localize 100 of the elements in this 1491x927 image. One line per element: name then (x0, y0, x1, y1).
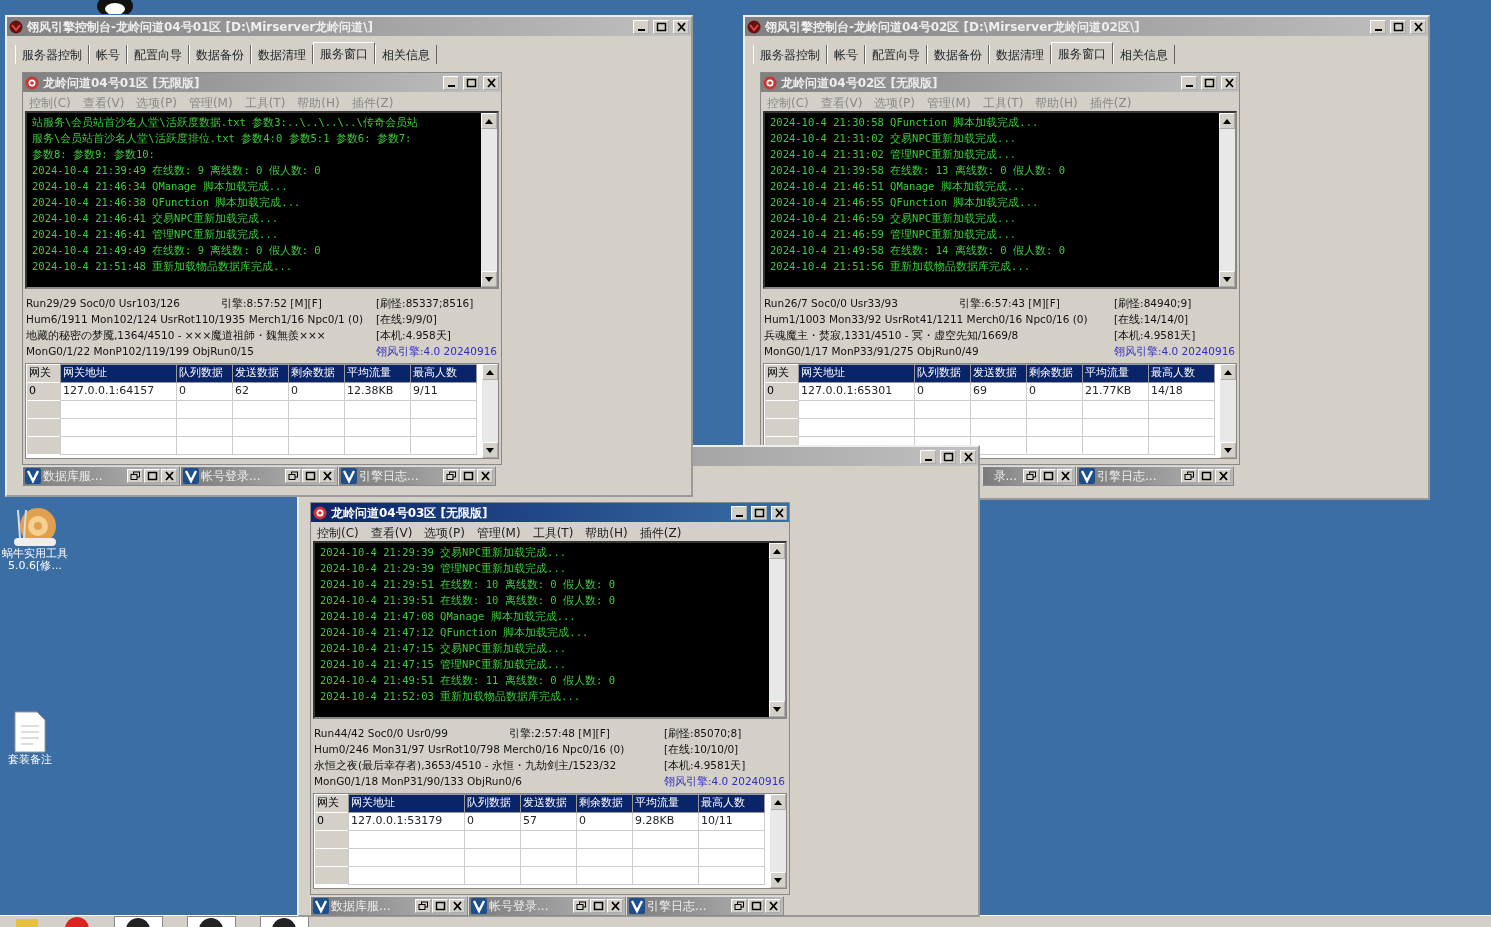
maximize-button[interactable] (751, 505, 767, 520)
tab[interactable]: 服务器控制 (753, 45, 827, 64)
tab[interactable]: 服务窗口 (313, 42, 375, 64)
tab[interactable]: 配置向导 (865, 45, 927, 64)
tab[interactable]: 相关信息 (1113, 45, 1175, 64)
scrollbar[interactable] (1220, 364, 1236, 458)
restore-button[interactable] (731, 899, 747, 913)
minimized-window[interactable]: 引擎日志... (626, 896, 784, 916)
tab[interactable]: 帐号 (89, 45, 127, 64)
maximize-button[interactable] (463, 75, 479, 90)
close-button[interactable] (477, 469, 493, 483)
tab[interactable]: 服务器控制 (15, 45, 89, 64)
close-button[interactable] (161, 469, 177, 483)
icon-label[interactable]: 套装备注 (8, 754, 52, 766)
close-button[interactable] (607, 899, 623, 913)
close-icon (773, 507, 785, 518)
minimize-button[interactable] (731, 505, 747, 520)
minimize-button[interactable] (1181, 75, 1197, 90)
restore-button[interactable] (415, 899, 431, 913)
table-cell: 9.28KB (632, 812, 699, 831)
close-button[interactable] (765, 899, 781, 913)
minimize-button[interactable] (443, 75, 459, 90)
restore-button[interactable] (443, 469, 459, 483)
minimized-window[interactable]: 帐号登录... (180, 466, 338, 486)
log-line: 2024-10-4 21:51:48 重新加载物品数据库完成... (32, 259, 294, 274)
close-button[interactable] (319, 469, 335, 483)
close-button[interactable] (1221, 75, 1237, 90)
restore-button[interactable] (127, 469, 143, 483)
menu-item[interactable]: 查看(V) (370, 524, 413, 539)
maximize-button[interactable] (302, 469, 318, 483)
close-icon (1217, 471, 1229, 481)
tab[interactable]: 数据备份 (189, 45, 251, 64)
maximize-button[interactable] (590, 899, 606, 913)
menu-item[interactable]: 工具(T) (532, 524, 574, 539)
maximize-button[interactable] (940, 449, 956, 464)
menu-item[interactable]: 管理(M) (476, 524, 521, 539)
maximize-button[interactable] (1390, 19, 1406, 34)
minimized-window[interactable]: 录... (982, 466, 1076, 486)
app-icon (313, 505, 327, 520)
log-line: 2024-10-4 21:39:49 在线数: 9 离线数: 0 假人数: 0 (32, 163, 322, 178)
menu-item[interactable]: 控制(C) (317, 524, 359, 539)
restore-icon (287, 471, 299, 481)
table-cell: 10/11 (698, 812, 765, 831)
minimize-button[interactable] (920, 449, 936, 464)
close-button[interactable] (1215, 469, 1231, 483)
tab[interactable]: 帐号 (827, 45, 865, 64)
maximize-button[interactable] (653, 19, 669, 34)
table-cell: 12.38KB (344, 382, 411, 401)
tab[interactable]: 服务窗口 (1051, 42, 1113, 64)
column-header: 网关 (314, 794, 349, 813)
restore-button[interactable] (1181, 469, 1197, 483)
minimized-window[interactable]: 引擎日志... (1076, 466, 1234, 486)
minimized-window[interactable]: 数据库服... (310, 896, 468, 916)
tab[interactable]: 配置向导 (127, 45, 189, 64)
scrollbar[interactable] (770, 794, 786, 888)
icon-label[interactable]: 蜗牛实用工具 (2, 548, 68, 560)
status-text: [刷怪:84940;9] (1113, 296, 1193, 311)
maximize-button[interactable] (432, 899, 448, 913)
minimized-window[interactable]: 引擎日志... (338, 466, 496, 486)
menu-item[interactable]: 插件(Z) (639, 524, 682, 539)
status-text: Hum1/1003 Mon33/92 UsrRot41/1211 Merch0/16 Npc0/16 (0) (764, 312, 1089, 327)
close-button[interactable] (673, 19, 689, 34)
close-button[interactable] (483, 75, 499, 90)
log-line: 2024-10-4 21:47:15 管理NPC重新加载完成... (320, 657, 568, 672)
down-arrow-icon (774, 877, 782, 883)
tab[interactable]: 数据备份 (927, 45, 989, 64)
scrollbar[interactable] (1219, 113, 1235, 287)
close-button[interactable] (1410, 19, 1426, 34)
restore-button[interactable] (1023, 469, 1039, 483)
tab[interactable]: 数据清理 (251, 45, 313, 64)
maximize-button[interactable] (1198, 469, 1214, 483)
table-cell: 0 (576, 812, 633, 831)
minimize-button[interactable] (1370, 19, 1386, 34)
menu-item[interactable]: 选项(P) (424, 524, 465, 539)
minimized-window[interactable]: 帐号登录... (468, 896, 626, 916)
minimize-button[interactable] (633, 19, 649, 34)
maximize-button[interactable] (1040, 469, 1056, 483)
scrollbar[interactable] (482, 364, 498, 458)
maximize-button[interactable] (1201, 75, 1217, 90)
app-icon (747, 19, 761, 34)
close-button[interactable] (960, 449, 976, 464)
tab[interactable]: 相关信息 (375, 45, 437, 64)
maximize-button[interactable] (460, 469, 476, 483)
icon-label[interactable]: 5.0.6[修... (8, 560, 62, 572)
restore-button[interactable] (573, 899, 589, 913)
tab[interactable]: 数据清理 (989, 45, 1051, 64)
scrollbar[interactable] (481, 113, 497, 287)
maximize-button[interactable] (144, 469, 160, 483)
scrollbar[interactable] (769, 543, 785, 717)
app-icon (25, 75, 39, 90)
close-button[interactable] (449, 899, 465, 913)
close-button[interactable] (1057, 469, 1073, 483)
restore-icon (575, 901, 587, 911)
close-button[interactable] (771, 505, 787, 520)
up-arrow-icon (774, 799, 782, 805)
menu-item[interactable]: 帮助(H) (585, 524, 628, 539)
version-text: 翎风引擎:4.0 20240916 (663, 774, 786, 789)
restore-button[interactable] (285, 469, 301, 483)
minimized-window[interactable]: 数据库服... (22, 466, 180, 486)
maximize-button[interactable] (748, 899, 764, 913)
